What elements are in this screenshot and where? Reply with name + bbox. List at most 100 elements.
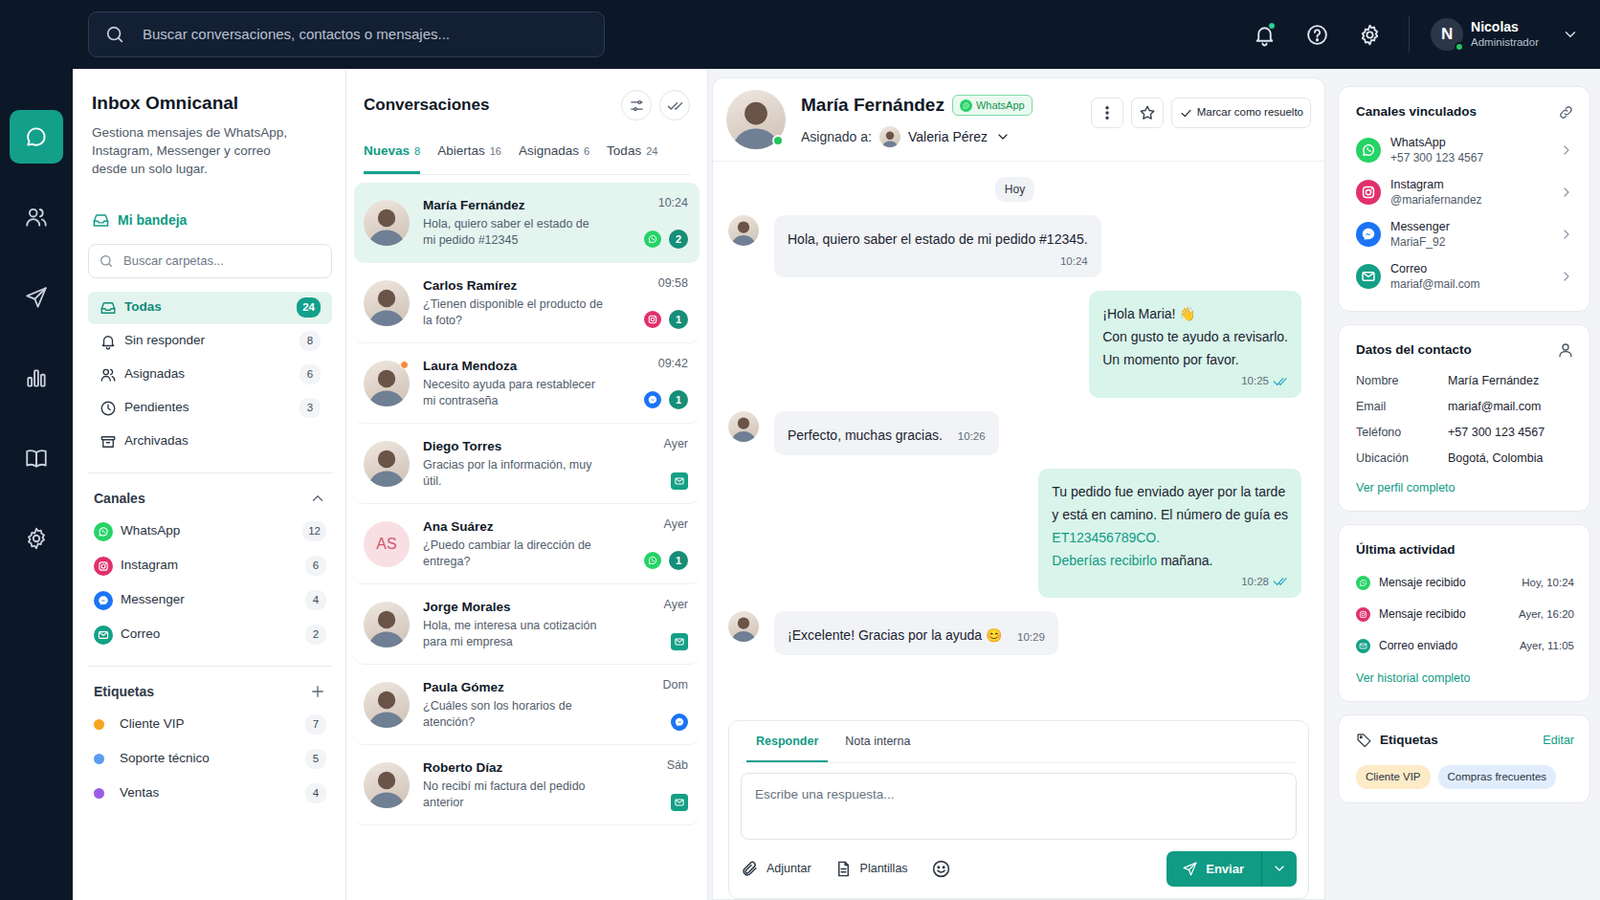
folder-search-input[interactable] [121, 250, 322, 272]
nav-item[interactable] [9, 431, 64, 486]
assignee-dropdown[interactable]: Valeria Pérez [879, 126, 1011, 148]
mark-all-read-button[interactable] [659, 89, 690, 121]
folder-search[interactable] [88, 244, 333, 279]
online-indicator [1454, 42, 1465, 52]
whatsapp-icon [959, 99, 973, 112]
templates-button[interactable]: Plantillas [834, 860, 909, 879]
tag-item[interactable]: Soporte técnico5 [88, 742, 333, 778]
profile-link[interactable]: Ver perfil completo [1355, 479, 1456, 498]
reply-input[interactable] [740, 773, 1297, 841]
star-button[interactable] [1131, 97, 1164, 129]
channel-item[interactable]: Instagram6 [88, 549, 333, 584]
conversation-row[interactable]: Roberto DíazNo recibí mi factura del ped… [354, 745, 700, 826]
paperclip-icon [740, 860, 759, 879]
channel-item[interactable]: WhatsApp12 [88, 514, 333, 550]
assigned-label: Asignado a: [800, 127, 872, 148]
linked-channel[interactable]: Instagram@mariafernandez [1355, 171, 1575, 214]
link-button[interactable] [1557, 104, 1575, 121]
more-button[interactable] [1090, 97, 1124, 129]
filter-button[interactable] [621, 89, 652, 121]
conversation-text: Diego TorresGracias por la información, … [422, 438, 651, 490]
nav-item[interactable] [9, 351, 64, 405]
composer-tab[interactable]: Responder [746, 721, 828, 763]
conversation-row[interactable]: María FernándezHola, quiero saber el est… [354, 182, 700, 264]
edit-tags-link[interactable]: Editar [1542, 732, 1575, 751]
instagram-icon [644, 311, 662, 329]
whatsapp-icon [93, 522, 113, 542]
global-search[interactable] [88, 11, 605, 58]
linked-channel[interactable]: MessengerMariaF_92 [1355, 213, 1575, 256]
attach-button[interactable]: Adjuntar [740, 860, 812, 879]
conversation-tab[interactable]: Abiertas16 [437, 141, 502, 175]
photo-placeholder [363, 601, 410, 648]
folder-item[interactable]: Sin responder8 [88, 325, 333, 358]
channel-handle: +57 300 123 4567 [1390, 150, 1550, 166]
history-link[interactable]: Ver historial completo [1355, 669, 1471, 689]
avatar-wrap [363, 601, 410, 648]
notifications-button[interactable] [1249, 20, 1279, 49]
help-button[interactable] [1302, 20, 1332, 49]
tags-title: Etiquetas [93, 682, 155, 703]
contact-name: Ana Suárez [422, 518, 631, 536]
nav-item[interactable] [9, 110, 64, 164]
message-text: ¡Hola Maria! 👋Con gusto te ayudo a revis… [1102, 302, 1289, 372]
linked-channel[interactable]: Correomariaf@mail.com [1355, 255, 1575, 298]
contact-name: Roberto Díaz [422, 759, 654, 778]
conversation-tab[interactable]: Asignadas6 [518, 141, 590, 175]
contact-avatar [363, 682, 410, 729]
message-link[interactable]: Deberías recibirlo [1051, 553, 1157, 569]
conversation-tab[interactable]: Nuevas8 [363, 141, 421, 175]
collapse-button[interactable] [309, 489, 327, 508]
message-link[interactable]: ET123456789CO. [1051, 530, 1160, 546]
tags-header: Etiquetas [88, 678, 333, 709]
tag-pill[interactable]: Cliente VIP [1355, 765, 1431, 790]
tag-item[interactable]: Cliente VIP7 [88, 708, 333, 743]
conversation-row[interactable]: ASAna Suárez¿Puedo cambiar la dirección … [354, 504, 700, 585]
conversation-row[interactable]: Laura MendozaNecesito ayuda para restabl… [354, 343, 700, 424]
divider [88, 666, 333, 667]
conversation-row[interactable]: Jorge MoralesHola, me interesa una cotiz… [354, 584, 700, 666]
conversation-row[interactable]: Carlos Ramírez¿Tienen disponible el prod… [354, 263, 700, 344]
channel-item[interactable]: Correo2 [88, 618, 333, 653]
tag-item[interactable]: Ventas4 [88, 777, 333, 812]
message-segment: mañana. [1156, 553, 1213, 569]
folder-item[interactable]: Asignadas6 [88, 358, 333, 392]
resolve-button[interactable]: Marcar como resuelto [1171, 97, 1312, 129]
message-time: 10:25 [1241, 373, 1269, 390]
composer-tab[interactable]: Nota interna [835, 721, 920, 763]
linked-channel[interactable]: WhatsApp+57 300 123 4567 [1355, 129, 1575, 172]
my-inbox[interactable]: Mi bandeja [91, 210, 333, 231]
add-tag-button[interactable] [309, 683, 327, 701]
field-value: +57 300 123 4567 [1447, 423, 1545, 443]
nav-item[interactable] [9, 190, 64, 245]
message-line: Un momento por favor. [1102, 348, 1289, 372]
settings-button[interactable] [1355, 20, 1384, 49]
channel-item[interactable]: Messenger4 [88, 583, 333, 619]
send-label: Enviar [1205, 860, 1245, 880]
conversation-row[interactable]: Diego TorresGracias por la información, … [354, 423, 700, 505]
send-options-button[interactable] [1261, 851, 1297, 889]
folder-item[interactable]: Todas24 [88, 291, 333, 325]
unanswered-icon [99, 333, 117, 351]
send-button[interactable]: Enviar [1166, 851, 1262, 889]
tag-pill[interactable]: Compras frecuentes [1438, 765, 1557, 790]
avatar-wrap [363, 360, 410, 407]
search-icon [98, 253, 114, 269]
message-bubble: Perfecto, muchas gracias.10:26 [774, 411, 1000, 456]
conversation-tab[interactable]: Todas24 [606, 141, 658, 175]
folder-count: 8 [299, 331, 321, 352]
contact-field: Teléfono+57 300 123 4567 [1355, 420, 1575, 446]
folder-item[interactable]: Archivadas [88, 425, 333, 459]
tab-count: 24 [645, 145, 658, 157]
nav-item[interactable] [9, 511, 64, 566]
conversation-text: Jorge MoralesHola, me interesa una cotiz… [422, 599, 651, 651]
user-menu[interactable]: NNicolasAdministrador [1430, 18, 1579, 51]
conversation-row[interactable]: Paula Gómez¿Cuáles son los horarios de a… [354, 665, 700, 746]
folder-item[interactable]: Pendientes3 [88, 392, 333, 425]
day-divider: Hoy [728, 177, 1302, 202]
emoji-button[interactable] [931, 859, 952, 880]
channel-handle: @mariafernandez [1390, 192, 1550, 208]
messenger-icon [1355, 222, 1381, 247]
search-input[interactable] [140, 22, 589, 47]
nav-item[interactable] [9, 270, 64, 325]
